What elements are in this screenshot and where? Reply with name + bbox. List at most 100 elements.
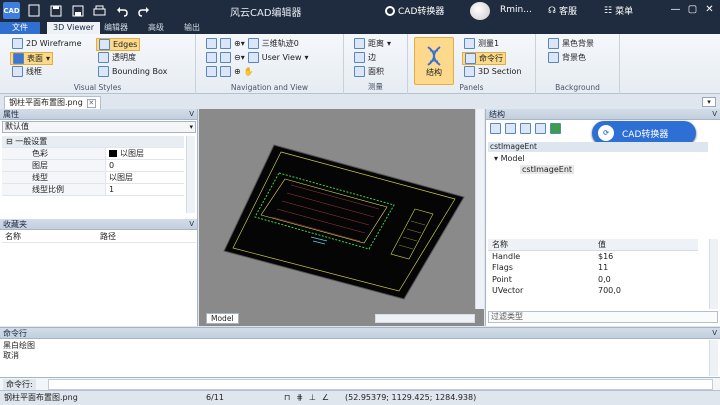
wireframe-label: 2D Wireframe [26,39,82,48]
property-row[interactable]: 图层 0 [2,160,184,172]
avatar[interactable] [470,2,490,20]
refresh-icon[interactable] [535,123,546,134]
grid-icon[interactable]: ⋕ [296,391,303,405]
export-icon[interactable] [550,123,561,134]
favorites-columns: 名称 路径 [2,231,196,243]
command-line-button[interactable]: 命令行 [462,52,506,65]
area-button[interactable]: 面积 [354,66,384,77]
tab-file[interactable]: 文件 [0,22,40,34]
model-tab[interactable]: Model [206,313,239,324]
pin-icon[interactable]: ᐯ [712,109,717,120]
zoom-extents-icon[interactable] [220,38,231,49]
tab-list-button[interactable]: ▾ [702,97,716,107]
new-file-icon[interactable] [25,2,42,19]
collapse-icon[interactable]: ⊟ [6,137,15,146]
cad-drawing[interactable] [219,141,469,301]
horizontal-scrollbar[interactable] [375,314,475,323]
zoom-in-icon[interactable]: ⊕▾ [234,39,245,48]
app-logo[interactable]: CAD [3,2,20,19]
zoom-window-icon[interactable] [206,38,217,49]
tree-node-model[interactable]: ▾ Model [494,154,574,163]
tab-advanced[interactable]: 高级 [142,22,170,34]
measure1-button[interactable]: 测量1 [464,38,499,49]
close-icon[interactable]: ✕ [86,98,96,108]
edge-icon [354,52,365,63]
command-title: 命令行 [3,329,27,338]
attributes-scrollbar[interactable] [709,239,718,309]
table-row[interactable]: Point 0,0 [488,274,698,286]
drawing-canvas[interactable]: Model [199,109,484,326]
zoom-out-icon[interactable]: ⊖▾ [234,53,245,62]
table-row[interactable]: Handle $16 [488,251,698,263]
tree-node-image[interactable]: cstImageEnt [520,165,575,174]
property-row[interactable]: 线型 以图层 [2,172,184,184]
filter-type-field[interactable]: 过滤类型 [488,311,718,323]
structure-button[interactable]: 结构 [414,37,454,85]
service-button[interactable]: ☊ 客服 [548,4,577,18]
pin-icon[interactable]: ᐯ [712,328,717,339]
command-scrollbar[interactable] [709,340,718,376]
user-name[interactable]: Rmin... [500,5,532,15]
polar-icon[interactable]: ∠ [322,391,329,405]
maximize-button[interactable]: ▢ [686,3,699,17]
rotate-icon[interactable] [220,52,231,63]
save-icon[interactable] [47,2,64,19]
edit-icon[interactable] [520,123,531,134]
column-name[interactable]: 名称 [488,239,598,250]
pin-icon[interactable]: ᐯ [189,219,194,230]
tab-editor[interactable]: 编辑器 [98,22,134,34]
command-input[interactable] [48,379,713,390]
chevron-down-icon[interactable]: ▾ [304,53,308,62]
chevron-down-icon: ▾ [707,98,711,106]
edges-button[interactable]: Edges [96,38,141,51]
view-cube-icon[interactable] [220,66,231,77]
table-row[interactable]: UVector 700,0 [488,285,698,297]
black-background-button[interactable]: 黑色背景 [548,38,594,49]
pin-icon[interactable]: ᐯ [189,109,194,120]
hand-icon[interactable]: ✋ [244,67,254,76]
list-icon[interactable] [490,123,501,134]
cad-converter-link[interactable]: CAD转换器 [385,4,444,17]
property-row[interactable]: 线型比例 1 [2,184,184,196]
transparency-button[interactable]: 透明度 [98,52,136,63]
frame-button[interactable]: 线框 [12,66,42,77]
tab-output[interactable]: 输出 [178,22,206,34]
background-color-button[interactable]: 背景色 [548,52,586,63]
distance-icon [354,38,365,49]
print-icon[interactable] [91,2,108,19]
snap-icon[interactable]: ⊓ [284,391,290,405]
distance-button[interactable]: 距离 ▾ [354,38,391,49]
orbit-icon[interactable] [247,38,259,49]
pan-icon[interactable] [206,52,217,63]
user-view-dropdown[interactable]: User View [262,53,302,62]
surface-dropdown[interactable]: 表面 ▾ [10,52,54,65]
undo-icon[interactable] [113,2,130,19]
column-value[interactable]: 值 [598,239,606,250]
column-name[interactable]: 名称 [2,231,97,242]
table-row[interactable]: Flags 11 [488,262,698,274]
zoom-icon[interactable]: ⊕ [234,67,241,76]
minimize-button[interactable]: — [669,3,682,17]
save-as-icon[interactable] [69,2,86,19]
columns-icon[interactable] [505,123,516,134]
ortho-icon[interactable]: ⊥ [309,391,316,405]
fit-icon[interactable] [206,66,217,77]
close-button[interactable]: ✕ [703,3,716,17]
property-category[interactable]: ⊟ 一般设置 [2,136,184,148]
property-row[interactable]: 色彩 以图层 [2,148,184,160]
edge-button[interactable]: 边 [354,52,376,63]
redo-icon[interactable] [135,2,152,19]
wireframe-2d-button[interactable]: 2D Wireframe [12,38,82,49]
vertical-scrollbar[interactable] [475,109,484,309]
attr-name: Handle [492,251,521,261]
tab-3d-viewer[interactable]: 3D Viewer [47,22,100,34]
section-3d-button[interactable]: 3D Section [464,66,522,77]
document-tab[interactable]: 钢柱平面布置图.png ✕ [4,96,101,109]
properties-selector[interactable]: 默认值 ▾ [2,121,196,133]
property-key: 色彩 [2,148,106,159]
bounding-box-button[interactable]: Bounding Box [98,66,167,77]
menu-button[interactable]: ☷ 菜单 [604,4,633,18]
column-path[interactable]: 路径 [97,231,192,242]
properties-scrollbar[interactable] [186,136,195,213]
orbit-label[interactable]: 三维轨迹0 [262,38,299,49]
